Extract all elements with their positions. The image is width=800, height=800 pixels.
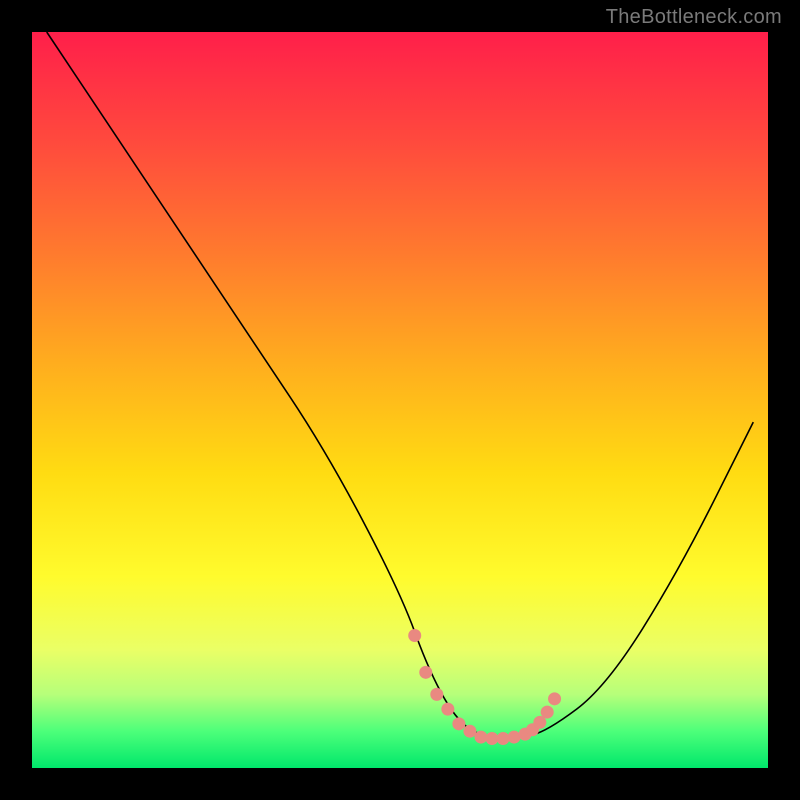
highlight-dot — [452, 717, 465, 730]
highlight-dot — [463, 725, 476, 738]
optimal-highlight-dots — [408, 629, 561, 745]
bottleneck-curve-path — [47, 32, 754, 739]
highlight-dot — [474, 731, 487, 744]
watermark-text: TheBottleneck.com — [606, 6, 782, 29]
curve-svg — [32, 32, 768, 768]
plot-area — [32, 32, 768, 768]
highlight-dot — [419, 666, 432, 679]
highlight-dot — [408, 629, 421, 642]
highlight-dot — [508, 731, 521, 744]
chart-frame: TheBottleneck.com — [0, 0, 800, 800]
highlight-dot — [430, 688, 443, 701]
highlight-dot — [441, 703, 454, 716]
highlight-dot — [497, 732, 510, 745]
highlight-dot — [548, 692, 561, 705]
highlight-dot — [541, 706, 554, 719]
